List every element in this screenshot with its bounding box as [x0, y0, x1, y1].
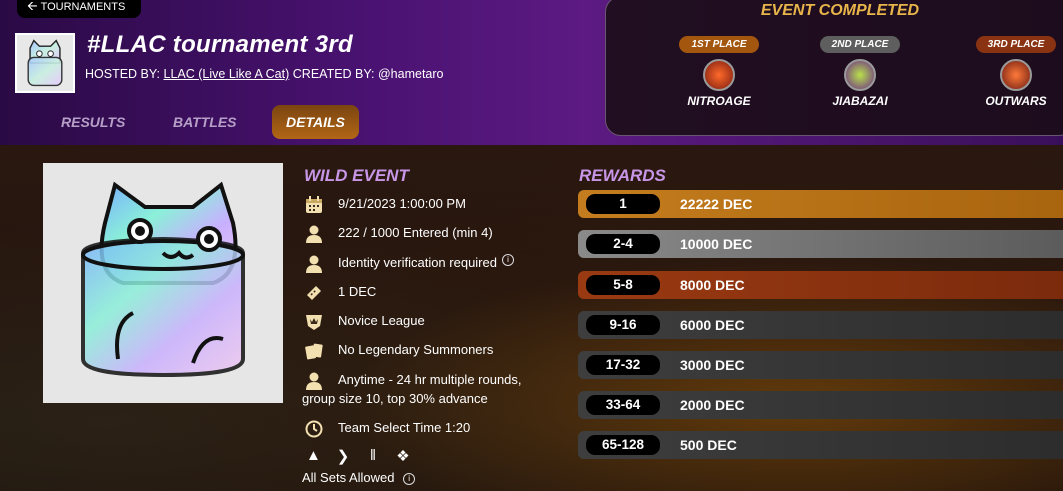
- first-place-badge: 1ST PLACE: [679, 36, 759, 53]
- entered-text: 222 / 1000 Entered (min 4): [338, 225, 493, 240]
- fee-text: 1 DEC: [338, 284, 377, 299]
- created-by-label: CREATED BY:: [292, 67, 375, 81]
- reward-amount: 10000 DEC: [680, 236, 753, 252]
- third-place-name: OUTWARS: [985, 94, 1047, 108]
- league-row: Novice League: [303, 312, 425, 332]
- first-place[interactable]: 1ST PLACE NITROAGE: [659, 34, 779, 108]
- reward-amount: 22222 DEC: [680, 196, 753, 212]
- reward-row: 9-16 6000 DEC: [578, 311, 1063, 339]
- outwars-avatar-icon: [1000, 59, 1032, 91]
- calendar-icon: [303, 195, 325, 215]
- league-shield-icon: [303, 312, 325, 332]
- reward-row: 2-4 10000 DEC: [578, 230, 1063, 258]
- jiabazai-avatar-icon: [844, 59, 876, 91]
- format-text-line1: Anytime - 24 hr multiple rounds,: [338, 372, 522, 387]
- entered-row: 222 / 1000 Entered (min 4): [303, 224, 493, 244]
- second-place-badge: 2ND PLACE: [819, 36, 901, 53]
- league-text: Novice League: [338, 313, 425, 328]
- reward-rank: 65-128: [586, 435, 660, 455]
- rewards-heading: REWARDS: [579, 166, 666, 185]
- chaos-set-icon: ❖: [396, 448, 410, 465]
- reward-rank: 9-16: [586, 315, 660, 335]
- reward-row: 65-128 500 DEC: [578, 431, 1063, 459]
- tournament-logo: [15, 33, 75, 93]
- team-select-text: Team Select Time 1:20: [338, 420, 471, 435]
- tab-results[interactable]: RESULTS: [61, 105, 125, 139]
- ticket-icon: [303, 283, 325, 303]
- team-select-row: Team Select Time 1:20: [303, 419, 470, 439]
- summoners-row: No Legendary Summoners: [303, 341, 493, 361]
- reward-rank: 17-32: [586, 355, 660, 375]
- first-place-name: NITROAGE: [687, 94, 751, 108]
- hosted-by-label: HOSTED BY:: [85, 67, 161, 81]
- user-icon: [303, 371, 325, 391]
- wild-event-heading: WILD EVENT: [304, 166, 409, 185]
- sets-allowed-text: All Sets Allowed: [302, 470, 395, 485]
- reward-rank: 2-4: [586, 234, 660, 254]
- host-link[interactable]: LLAC (Live Like A Cat): [164, 67, 290, 81]
- reward-amount: 500 DEC: [680, 437, 737, 453]
- identity-text: Identity verification required: [338, 255, 497, 270]
- identity-row: Identity verification required i: [303, 254, 514, 274]
- creator-name: @hametaro: [377, 67, 444, 81]
- info-icon[interactable]: i: [501, 254, 514, 266]
- page-title: #LLAC tournament 3rd: [87, 31, 354, 58]
- reward-row: 17-32 3000 DEC: [578, 351, 1063, 379]
- start-time-text: 9/21/2023 1:00:00 PM: [338, 196, 466, 211]
- back-to-tournaments-button[interactable]: 🡨 TOURNAMENTS: [17, 0, 141, 18]
- second-place[interactable]: 2ND PLACE JIABAZAI: [800, 34, 920, 108]
- back-button-label: TOURNAMENTS: [40, 1, 126, 13]
- info-icon[interactable]: i: [403, 472, 416, 485]
- arrow-left-icon: 🡨: [27, 0, 38, 13]
- alpha-set-icon: ▲: [306, 447, 321, 464]
- untamed-set-icon: ‖: [369, 447, 377, 464]
- tab-battles[interactable]: BATTLES: [173, 105, 237, 139]
- reward-row: 1 22222 DEC: [578, 190, 1063, 218]
- reward-rank: 33-64: [586, 395, 660, 415]
- sets-allowed-row: All Sets Allowed i: [302, 470, 416, 485]
- second-place-name: JIABAZAI: [832, 94, 888, 108]
- format-row: Anytime - 24 hr multiple rounds,: [303, 371, 522, 391]
- event-completed-title: EVENT COMPLETED: [760, 2, 920, 19]
- tab-details[interactable]: DETAILS: [272, 105, 359, 139]
- third-place[interactable]: 3RD PLACE OUTWARS: [956, 34, 1063, 108]
- beta-set-icon: ❯: [336, 448, 350, 465]
- cards-icon: [303, 341, 325, 361]
- reward-amount: 3000 DEC: [680, 357, 745, 373]
- event-completed-panel: EVENT COMPLETED 1ST PLACE NITROAGE 2ND P…: [605, 0, 1063, 136]
- summoners-text: No Legendary Summoners: [338, 342, 494, 357]
- hosted-by-line: HOSTED BY: LLAC (Live Like A Cat) CREATE…: [85, 67, 443, 81]
- user-icon: [303, 224, 325, 244]
- start-time-row: 9/21/2023 1:00:00 PM: [303, 195, 466, 215]
- reward-row: 33-64 2000 DEC: [578, 391, 1063, 419]
- reward-amount: 8000 DEC: [680, 277, 745, 293]
- third-place-badge: 3RD PLACE: [975, 36, 1057, 53]
- reward-rank: 5-8: [586, 275, 660, 295]
- user-icon: [303, 254, 325, 274]
- reward-amount: 6000 DEC: [680, 317, 745, 333]
- tournament-image: [43, 163, 283, 403]
- reward-rank: 1: [586, 194, 660, 214]
- set-icons: ▲ ❯ ‖ ❖: [306, 447, 410, 465]
- fee-row: 1 DEC: [303, 283, 376, 303]
- clock-icon: [303, 419, 325, 439]
- nitroage-avatar-icon: [703, 59, 735, 91]
- reward-row: 5-8 8000 DEC: [578, 271, 1063, 299]
- reward-amount: 2000 DEC: [680, 397, 745, 413]
- format-text-line2: group size 10, top 30% advance: [302, 391, 488, 406]
